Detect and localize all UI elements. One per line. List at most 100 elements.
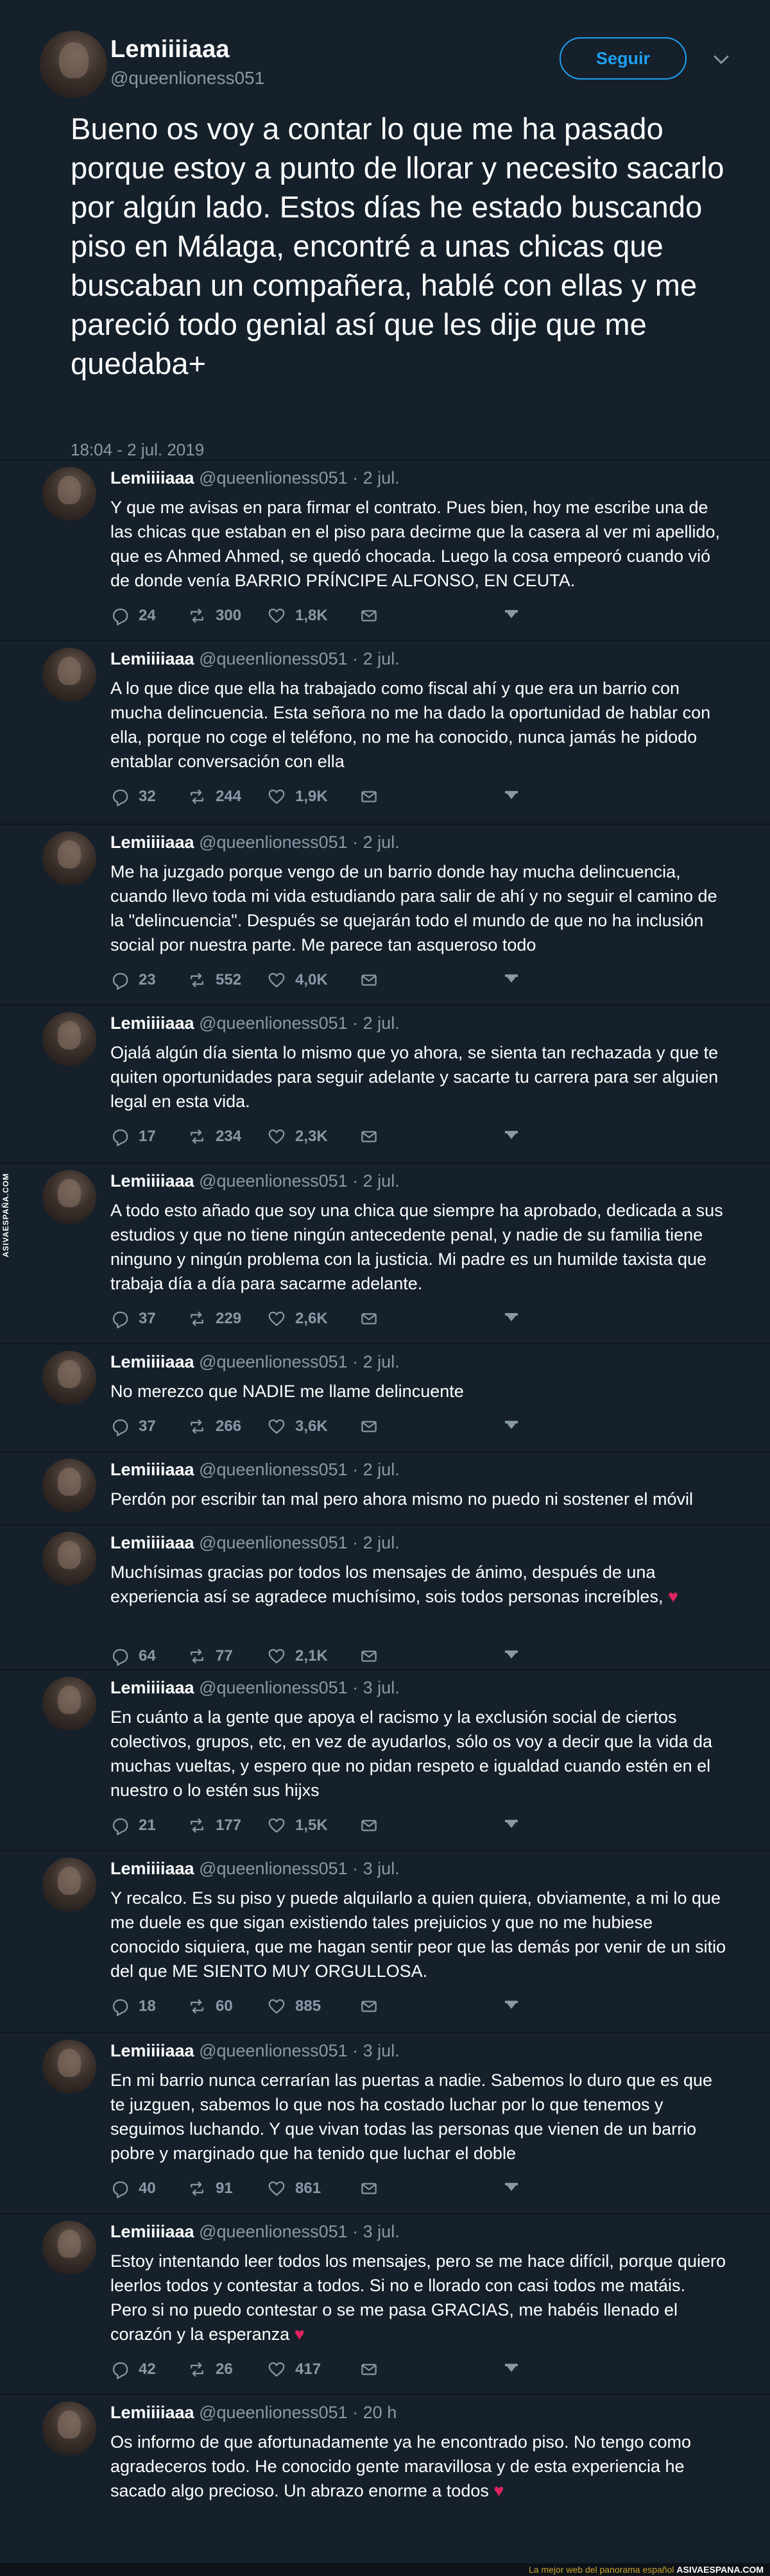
retweet-button[interactable]: 60 <box>187 1995 233 2018</box>
avatar[interactable] <box>42 2040 96 2094</box>
follow-button[interactable]: Seguir <box>560 37 687 80</box>
like-button[interactable]: 2,3K <box>267 1125 328 1148</box>
reply-button[interactable]: 64 <box>110 1645 156 1668</box>
more-button[interactable] <box>502 1645 521 1668</box>
author-handle-date[interactable]: @queenlioness051 · 2 jul. <box>194 1352 400 1371</box>
reply-button[interactable]: 17 <box>110 1125 156 1148</box>
avatar[interactable] <box>40 31 107 98</box>
author-handle-date[interactable]: @queenlioness051 · 2 jul. <box>194 1171 400 1191</box>
author-name[interactable]: Lemiiiiaaa <box>110 2222 194 2241</box>
author-handle-date[interactable]: @queenlioness051 · 3 jul. <box>194 1678 400 1697</box>
direct-message-button[interactable] <box>359 1645 379 1668</box>
avatar[interactable] <box>42 1459 96 1513</box>
avatar[interactable] <box>42 467 96 521</box>
reply-button[interactable]: 40 <box>110 2177 156 2200</box>
retweet-button[interactable]: 229 <box>187 1307 241 1330</box>
author-name[interactable]: Lemiiiiaaa <box>110 1859 194 1878</box>
like-button[interactable]: 417 <box>267 2358 321 2381</box>
direct-message-button[interactable] <box>359 969 379 992</box>
more-button[interactable] <box>502 1125 521 1148</box>
reply-button[interactable]: 24 <box>110 604 156 627</box>
more-button[interactable] <box>502 785 521 808</box>
retweet-button[interactable]: 234 <box>187 1125 241 1148</box>
author-name[interactable]: Lemiiiiaaa <box>110 468 194 487</box>
reply-button[interactable]: 37 <box>110 1307 156 1330</box>
like-button[interactable]: 861 <box>267 2177 321 2200</box>
author-handle-date[interactable]: @queenlioness051 · 3 jul. <box>194 1859 400 1878</box>
avatar[interactable] <box>42 648 96 702</box>
retweet-button[interactable]: 244 <box>187 785 241 808</box>
main-tweet-timestamp[interactable]: 18:04 - 2 jul. 2019 <box>71 440 204 460</box>
reply-button[interactable]: 32 <box>110 785 156 808</box>
author-handle-date[interactable]: @queenlioness051 · 2 jul. <box>194 833 400 852</box>
direct-message-button[interactable] <box>359 1814 379 1837</box>
author-name[interactable]: Lemiiiiaaa <box>110 1352 194 1371</box>
like-button[interactable]: 2,1K <box>267 1645 328 1668</box>
direct-message-button[interactable] <box>359 1307 379 1330</box>
author-name[interactable]: Lemiiiiaaa <box>110 1171 194 1191</box>
author-handle-date[interactable]: @queenlioness051 · 2 jul. <box>194 1460 400 1479</box>
avatar[interactable] <box>42 1012 96 1066</box>
retweet-button[interactable]: 77 <box>187 1645 233 1668</box>
reply-button[interactable]: 18 <box>110 1995 156 2018</box>
author-name[interactable]: Lemiiiiaaa <box>110 1678 194 1697</box>
direct-message-button[interactable] <box>359 1995 379 2018</box>
author-name[interactable]: Lemiiiiaaa <box>110 833 194 852</box>
retweet-button[interactable]: 26 <box>187 2358 233 2381</box>
more-button[interactable] <box>502 2358 521 2381</box>
retweet-button[interactable]: 266 <box>187 1415 241 1438</box>
like-button[interactable]: 4,0K <box>267 969 328 992</box>
more-button[interactable] <box>502 1415 521 1438</box>
retweet-button[interactable]: 300 <box>187 604 241 627</box>
author-handle-date[interactable]: @queenlioness051 · 2 jul. <box>194 1533 400 1552</box>
direct-message-button[interactable] <box>359 2358 379 2381</box>
author-name[interactable]: Lemiiiiaaa <box>110 1460 194 1479</box>
author-handle-date[interactable]: @queenlioness051 · 3 jul. <box>194 2041 400 2060</box>
author-handle-date[interactable]: @queenlioness051 · 2 jul. <box>194 468 400 487</box>
author-handle-date[interactable]: @queenlioness051 · 2 jul. <box>194 649 400 668</box>
direct-message-button[interactable] <box>359 604 379 627</box>
direct-message-button[interactable] <box>359 785 379 808</box>
author-handle[interactable]: @queenlioness051 <box>110 68 264 89</box>
like-button[interactable]: 1,9K <box>267 785 328 808</box>
author-name[interactable]: Lemiiiiaaa <box>110 2403 194 2422</box>
like-button[interactable]: 1,8K <box>267 604 328 627</box>
like-button[interactable]: 885 <box>267 1995 321 2018</box>
author-handle-date[interactable]: @queenlioness051 · 20 h <box>194 2403 397 2422</box>
avatar[interactable] <box>42 1170 96 1224</box>
direct-message-button[interactable] <box>359 1415 379 1438</box>
author-name[interactable]: Lemiiiiaaa <box>110 36 230 64</box>
more-button[interactable] <box>502 1814 521 1837</box>
reply-button[interactable]: 21 <box>110 1814 156 1837</box>
more-button[interactable] <box>502 1307 521 1330</box>
like-button[interactable]: 2,6K <box>267 1307 328 1330</box>
author-name[interactable]: Lemiiiiaaa <box>110 649 194 668</box>
author-name[interactable]: Lemiiiiaaa <box>110 1533 194 1552</box>
avatar[interactable] <box>42 2221 96 2275</box>
more-button[interactable] <box>502 1995 521 2018</box>
retweet-button[interactable]: 552 <box>187 969 241 992</box>
retweet-button[interactable]: 177 <box>187 1814 241 1837</box>
chevron-down-icon[interactable] <box>710 50 732 69</box>
like-button[interactable]: 3,6K <box>267 1415 328 1438</box>
avatar[interactable] <box>42 1532 96 1586</box>
avatar[interactable] <box>42 1677 96 1731</box>
avatar[interactable] <box>42 831 96 885</box>
like-button[interactable]: 1,5K <box>267 1814 328 1837</box>
direct-message-button[interactable] <box>359 1125 379 1148</box>
avatar[interactable] <box>42 1858 96 1911</box>
reply-button[interactable]: 42 <box>110 2358 156 2381</box>
author-name[interactable]: Lemiiiiaaa <box>110 1013 194 1033</box>
author-handle-date[interactable]: @queenlioness051 · 3 jul. <box>194 2222 400 2241</box>
direct-message-button[interactable] <box>359 2177 379 2200</box>
more-button[interactable] <box>502 2177 521 2200</box>
author-name[interactable]: Lemiiiiaaa <box>110 2041 194 2060</box>
author-handle-date[interactable]: @queenlioness051 · 2 jul. <box>194 1013 400 1033</box>
avatar[interactable] <box>42 2402 96 2455</box>
more-button[interactable] <box>502 969 521 992</box>
avatar[interactable] <box>42 1351 96 1405</box>
retweet-button[interactable]: 91 <box>187 2177 233 2200</box>
reply-button[interactable]: 23 <box>110 969 156 992</box>
reply-button[interactable]: 37 <box>110 1415 156 1438</box>
more-button[interactable] <box>502 604 521 627</box>
